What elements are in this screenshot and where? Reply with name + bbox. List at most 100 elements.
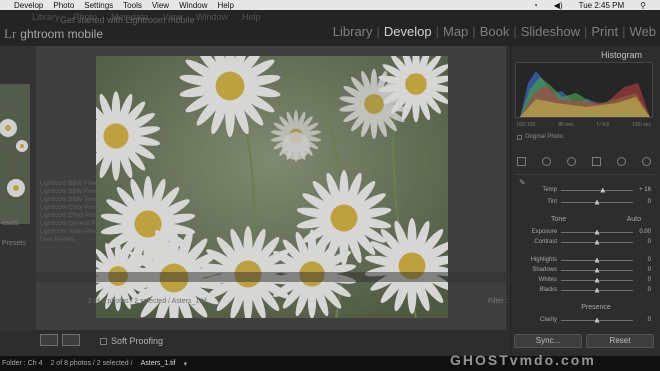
module-web[interactable]: Web bbox=[626, 24, 660, 39]
slider-temp[interactable]: Temp + 16 bbox=[523, 186, 651, 194]
slider-label: Whites bbox=[538, 277, 557, 283]
menu-settings[interactable]: Settings bbox=[84, 1, 113, 10]
module-map[interactable]: Map bbox=[439, 24, 472, 39]
filter-label[interactable]: Filter : bbox=[488, 298, 507, 305]
tone-auto-button[interactable]: Auto bbox=[627, 216, 641, 223]
filmstrip-filename[interactable]: Asters_1.tif bbox=[141, 360, 176, 367]
slider-contrast[interactable]: Contrast 0 bbox=[523, 238, 651, 246]
slider-value[interactable]: 0 bbox=[633, 267, 651, 273]
menu-develop[interactable]: Develop bbox=[14, 1, 43, 10]
module-print[interactable]: Print bbox=[587, 24, 622, 39]
red-eye-icon[interactable] bbox=[567, 156, 576, 166]
slider-track[interactable] bbox=[561, 199, 633, 205]
panel-divider bbox=[515, 174, 655, 175]
slider-track[interactable] bbox=[561, 267, 633, 273]
slider-label: Temp bbox=[542, 187, 557, 193]
slider-value[interactable]: 0 bbox=[633, 239, 651, 245]
menu-photo[interactable]: Photo bbox=[53, 1, 74, 10]
slider-knob[interactable] bbox=[600, 187, 606, 193]
slider-knob[interactable] bbox=[594, 287, 600, 293]
sync-reset-bar: Sync... Reset bbox=[514, 334, 654, 348]
identity-plate[interactable]: Lr ghtroom mobile bbox=[4, 26, 103, 42]
slider-blacks[interactable]: Blacks 0 bbox=[523, 286, 651, 294]
menu-help[interactable]: Help bbox=[218, 1, 234, 10]
graduated-filter-icon[interactable] bbox=[592, 156, 601, 166]
slider-value[interactable]: + 16 bbox=[633, 187, 651, 193]
slider-label: Highlights bbox=[530, 257, 557, 263]
before-after-view-button[interactable] bbox=[62, 334, 80, 346]
slider-track[interactable] bbox=[561, 229, 633, 235]
identity-plate-name[interactable]: ghtroom mobile bbox=[20, 27, 103, 41]
slider-label: Exposure bbox=[531, 229, 557, 235]
slider-track[interactable] bbox=[561, 287, 633, 293]
exif-shutter: 1/60 sec bbox=[632, 122, 651, 128]
slider-knob[interactable] bbox=[594, 317, 600, 323]
module-slideshow[interactable]: Slideshow bbox=[517, 24, 584, 39]
slider-knob[interactable] bbox=[594, 199, 600, 205]
reset-button[interactable]: Reset bbox=[586, 334, 654, 348]
menu-window[interactable]: Window bbox=[179, 1, 207, 10]
slider-value[interactable]: 0.00 bbox=[633, 229, 651, 235]
spotlight-icon[interactable]: ⚲ bbox=[640, 1, 646, 10]
radial-filter-icon[interactable] bbox=[617, 156, 626, 166]
tone-header: Tone Auto bbox=[551, 216, 641, 223]
slider-knob[interactable] bbox=[594, 257, 600, 263]
filmstrip-count: 2 of 8 photos / 2 selected / bbox=[50, 360, 133, 367]
navigator-thumbnail[interactable] bbox=[0, 84, 30, 224]
slider-label: Clarity bbox=[539, 317, 557, 323]
spot-removal-icon[interactable] bbox=[542, 156, 551, 166]
slider-whites[interactable]: Whites 0 bbox=[523, 276, 651, 284]
slider-tint[interactable]: Tint 0 bbox=[523, 198, 651, 206]
volume-icon[interactable]: ◀) bbox=[554, 1, 563, 10]
lightroom-logo: Lr bbox=[4, 26, 17, 41]
filmstrip-folder[interactable]: Folder : Ch 4 bbox=[2, 360, 42, 367]
slider-highlights[interactable]: Highlights 0 bbox=[523, 256, 651, 264]
crop-tool-icon[interactable] bbox=[517, 156, 526, 166]
loupe-view-button[interactable] bbox=[40, 334, 58, 346]
exif-info: ISO 100 85 mm f / 4.8 1/60 sec bbox=[517, 122, 651, 128]
menu-bar: Develop Photo Settings Tools View Window… bbox=[0, 0, 660, 10]
adjustment-brush-icon[interactable] bbox=[642, 156, 651, 166]
slider-track[interactable] bbox=[561, 257, 633, 263]
histogram-title[interactable]: Histogram bbox=[601, 50, 642, 60]
sync-button[interactable]: Sync... bbox=[514, 334, 582, 348]
soft-proofing-checkbox[interactable] bbox=[100, 337, 107, 345]
identity-plate-bar: Library Photo Metadata View Window Help … bbox=[0, 10, 660, 46]
wifi-icon[interactable]: ◔ bbox=[533, 1, 538, 10]
slider-knob[interactable] bbox=[594, 277, 600, 283]
module-book[interactable]: Book bbox=[476, 24, 514, 39]
module-library[interactable]: Library bbox=[329, 24, 377, 39]
slider-knob[interactable] bbox=[594, 239, 600, 245]
slider-track[interactable] bbox=[561, 317, 633, 323]
slider-track[interactable] bbox=[561, 239, 633, 245]
slider-value[interactable]: 0 bbox=[633, 257, 651, 263]
exif-iso: ISO 100 bbox=[517, 122, 536, 128]
slider-knob[interactable] bbox=[594, 229, 600, 235]
slider-exposure[interactable]: Exposure 0.00 bbox=[523, 228, 651, 236]
slider-clarity[interactable]: Clarity 0 bbox=[523, 316, 651, 324]
original-photo-checkbox[interactable] bbox=[517, 134, 522, 140]
ghost-menu-library: Library bbox=[32, 12, 60, 22]
menu-view[interactable]: View bbox=[152, 1, 169, 10]
slider-track[interactable] bbox=[561, 187, 633, 193]
slider-shadows[interactable]: Shadows 0 bbox=[523, 266, 651, 274]
slider-value[interactable]: 0 bbox=[633, 199, 651, 205]
soft-proofing-label: Soft Proofing bbox=[111, 336, 164, 346]
menu-tools[interactable]: Tools bbox=[123, 1, 142, 10]
presets-header-2[interactable]: Presets bbox=[2, 240, 26, 247]
ghost-menu-window: Window bbox=[195, 12, 228, 22]
slider-track[interactable] bbox=[561, 277, 633, 283]
module-develop[interactable]: Develop bbox=[380, 24, 436, 39]
presets-header[interactable]: esets bbox=[2, 220, 19, 227]
slider-value[interactable]: 0 bbox=[633, 277, 651, 283]
slider-value[interactable]: 0 bbox=[633, 287, 651, 293]
original-photo-toggle[interactable]: Original Photo bbox=[517, 134, 563, 140]
slider-knob[interactable] bbox=[594, 267, 600, 273]
clock-text[interactable]: Tue 2:45 PM bbox=[579, 1, 625, 10]
histogram[interactable] bbox=[515, 62, 653, 118]
filmstrip-dropdown-icon[interactable]: ▾ bbox=[184, 360, 188, 368]
slider-label: Contrast bbox=[534, 239, 557, 245]
soft-proofing-control[interactable]: Soft Proofing bbox=[100, 336, 163, 346]
slider-value[interactable]: 0 bbox=[633, 317, 651, 323]
left-panel: esets Presets bbox=[0, 46, 36, 356]
